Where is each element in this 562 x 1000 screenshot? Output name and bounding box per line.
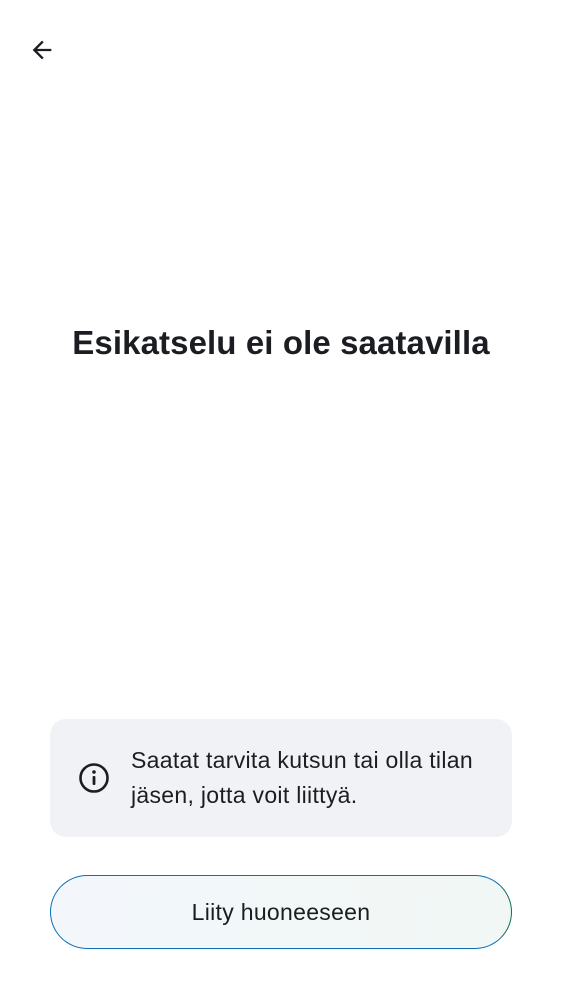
room-preview-screen: Esikatselu ei ole saatavilla Saatat tarv… [0, 0, 562, 1000]
info-card: Saatat tarvita kutsun tai olla tilan jäs… [50, 719, 512, 837]
arrow-left-icon [28, 36, 56, 64]
page-title: Esikatselu ei ole saatavilla [72, 324, 490, 361]
back-button[interactable] [20, 28, 64, 72]
info-icon [78, 762, 110, 794]
join-room-button[interactable]: Liity huoneeseen [50, 875, 512, 949]
info-message: Saatat tarvita kutsun tai olla tilan jäs… [131, 747, 473, 808]
